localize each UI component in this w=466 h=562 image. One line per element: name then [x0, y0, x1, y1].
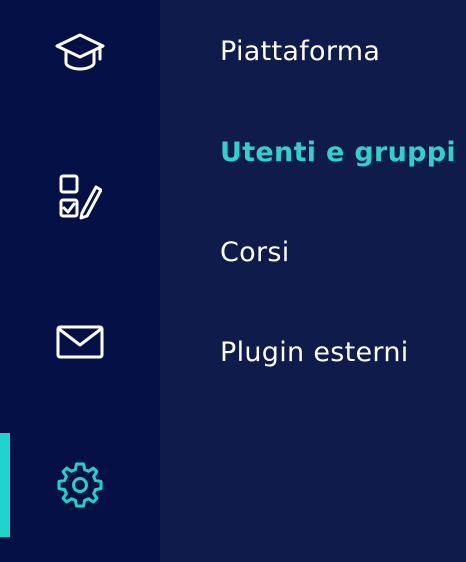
rail-item-assignments[interactable]	[0, 145, 160, 249]
rail-item-settings[interactable]	[0, 433, 160, 537]
checklist-edit-icon	[58, 173, 102, 221]
rail-item-learning[interactable]	[0, 0, 160, 104]
menu-item-utenti-e-gruppi[interactable]: Utenti e gruppi	[220, 137, 456, 168]
graduation-cap-icon	[54, 32, 106, 72]
rail-item-messages[interactable]	[0, 290, 160, 394]
icon-sidebar	[0, 0, 160, 562]
menu-item-corsi[interactable]: Corsi	[220, 237, 290, 268]
envelope-icon	[56, 325, 104, 359]
gear-icon	[56, 461, 104, 509]
menu-item-piattaforma[interactable]: Piattaforma	[220, 36, 380, 67]
menu-item-plugin-esterni[interactable]: Plugin esterni	[220, 337, 409, 368]
settings-menu-panel: Piattaforma Utenti e gruppi Corsi Plugin…	[160, 0, 466, 562]
settings-navigation: Piattaforma Utenti e gruppi Corsi Plugin…	[0, 0, 466, 562]
